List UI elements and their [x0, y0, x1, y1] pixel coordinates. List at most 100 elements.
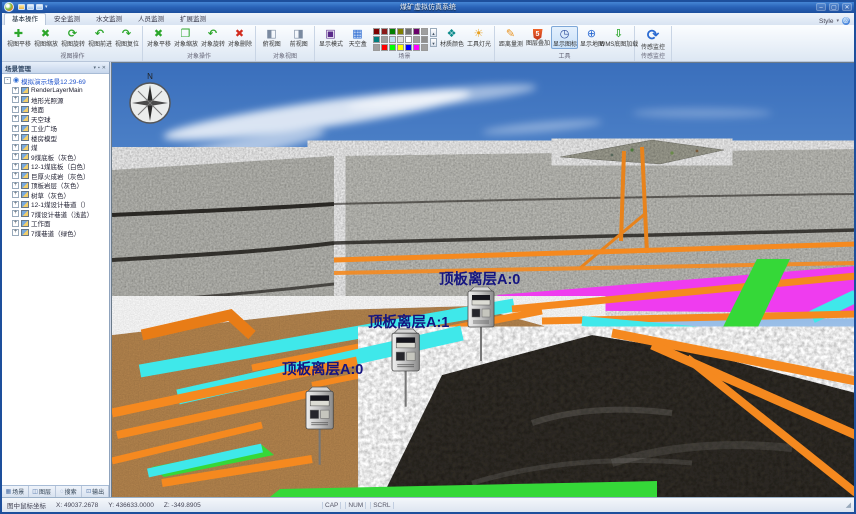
tab-personnel-monitoring[interactable]: 人员监测	[130, 13, 172, 25]
expander-icon[interactable]: +	[12, 172, 19, 179]
top-view-button[interactable]: ◧ 俯视图	[258, 26, 285, 49]
palette-color-swatch[interactable]	[405, 44, 412, 51]
tree-item[interactable]: +7煤设计巷道（浅蓝）	[12, 209, 109, 219]
palette-color-swatch[interactable]	[413, 36, 420, 43]
tree-root[interactable]: - ◉ 模拟演示场景12.29-69	[4, 76, 109, 86]
view-forward-button[interactable]: ↶ 视图前进	[86, 26, 113, 49]
tab-extended-monitoring[interactable]: 扩展监测	[172, 13, 214, 25]
tree-item[interactable]: +树草（灰色）	[12, 190, 109, 200]
expander-icon[interactable]: +	[12, 153, 19, 160]
palette-color-swatch[interactable]	[381, 36, 388, 43]
palette-color-swatch[interactable]	[405, 36, 412, 43]
expander-icon[interactable]: +	[12, 96, 19, 103]
tree-item[interactable]: +地形光照源	[12, 95, 109, 105]
palette-color-swatch[interactable]	[373, 44, 380, 51]
tree-item[interactable]: +RenderLayerMain	[12, 86, 109, 96]
bottom-tab-output[interactable]: ⊡输出	[82, 486, 109, 497]
close-button[interactable]: ✕	[842, 3, 852, 11]
float-icon[interactable]: ▪	[98, 64, 100, 72]
palette-color-swatch[interactable]	[381, 44, 388, 51]
front-view-button[interactable]: ◨ 前视图	[285, 26, 312, 49]
tree-item[interactable]: +巨厚火成岩（灰色）	[12, 171, 109, 181]
color-palette[interactable]	[371, 26, 429, 51]
expander-icon[interactable]: +	[12, 163, 19, 170]
expander-icon[interactable]: +	[12, 182, 19, 189]
view-zoom-button[interactable]: ✖ 视图缩放	[32, 26, 59, 49]
tree-item[interactable]: +9煤底板（灰色）	[12, 152, 109, 162]
tree-item[interactable]: +12-1煤设计巷道（）	[12, 200, 109, 210]
palette-color-swatch[interactable]	[373, 28, 380, 35]
tree-item[interactable]: +煤	[12, 143, 109, 153]
bottom-tab-layers[interactable]: ◫图层	[29, 486, 56, 497]
pin-icon[interactable]: ▾	[94, 64, 97, 72]
layer-overlay-button[interactable]: 5 图层叠加	[524, 26, 551, 48]
panel-close-icon[interactable]: ✕	[102, 64, 106, 72]
tree-item[interactable]: +地面	[12, 105, 109, 115]
display-mode-button[interactable]: ▣ 显示模式	[317, 26, 344, 49]
tab-hydrology-monitoring[interactable]: 水文监测	[88, 13, 130, 25]
palette-up-icon[interactable]: ▲	[430, 28, 437, 37]
tab-label: 输出	[92, 487, 104, 496]
expander-icon[interactable]: +	[12, 125, 19, 132]
tree-item[interactable]: +楼房模型	[12, 133, 109, 143]
palette-color-swatch[interactable]	[373, 36, 380, 43]
tree-item[interactable]: +天空球	[12, 114, 109, 124]
measure-button[interactable]: ✎ 距离量测	[497, 26, 524, 49]
palette-color-swatch[interactable]	[413, 44, 420, 51]
bottom-tab-scene[interactable]: ▦场景	[2, 486, 29, 497]
tree-item[interactable]: +顶板岩层（灰色）	[12, 181, 109, 191]
palette-color-swatch[interactable]	[397, 36, 404, 43]
style-label[interactable]: Style	[819, 18, 833, 25]
tree-item[interactable]: +工业广场	[12, 124, 109, 134]
view-reset-button[interactable]: ↷ 视图复位	[113, 26, 140, 49]
expander-icon[interactable]: +	[12, 191, 19, 198]
bottom-tab-search[interactable]: ◌搜索	[56, 486, 83, 497]
viewport-3d[interactable]: 顶板离层A:0 顶板离层A:1 顶板离层A:0 N	[111, 62, 854, 497]
tree-item[interactable]: +12-1煤底板（白色）	[12, 162, 109, 172]
expander-icon[interactable]: +	[12, 210, 19, 217]
material-color-button[interactable]: ❖ 材质颜色	[438, 26, 465, 49]
expander-icon[interactable]: -	[4, 77, 11, 84]
object-rotate-button[interactable]: ↶ 对象旋转	[199, 26, 226, 49]
scene-canvas[interactable]: 顶板离层A:0 顶板离层A:1 顶板离层A:0 N	[112, 63, 856, 497]
tool-light-button[interactable]: ☀ 工具灯光	[465, 26, 492, 49]
object-zoom-button[interactable]: ❐ 对象缩放	[172, 26, 199, 49]
expander-icon[interactable]: +	[12, 201, 19, 208]
expander-icon[interactable]: +	[12, 144, 19, 151]
tab-basic-operation[interactable]: 基本操作	[4, 13, 46, 25]
expander-icon[interactable]: +	[12, 87, 19, 94]
expander-icon[interactable]: +	[12, 220, 19, 227]
expander-icon[interactable]: +	[12, 106, 19, 113]
help-icon[interactable]: @	[842, 17, 850, 25]
object-pan-button[interactable]: ✖ 对象平移	[145, 26, 172, 49]
tree-item[interactable]: +7煤巷道（绿色）	[12, 228, 109, 238]
palette-color-swatch[interactable]	[389, 36, 396, 43]
object-delete-button[interactable]: ✖ 对象删除	[226, 26, 253, 49]
expander-icon[interactable]: +	[12, 134, 19, 141]
palette-color-swatch[interactable]	[421, 28, 428, 35]
show-icons-button[interactable]: ◷ 显示图标	[551, 26, 578, 49]
view-rotate-button[interactable]: ⟳ 视图旋转	[59, 26, 86, 49]
palette-color-swatch[interactable]	[405, 28, 412, 35]
palette-color-swatch[interactable]	[389, 28, 396, 35]
skybox-button[interactable]: ▦ 天空盒	[344, 26, 371, 49]
tab-safety-monitoring[interactable]: 安全监测	[46, 13, 88, 25]
palette-color-swatch[interactable]	[413, 28, 420, 35]
palette-color-swatch[interactable]	[389, 44, 396, 51]
minimize-button[interactable]: –	[816, 3, 826, 11]
palette-down-icon[interactable]: ▼	[430, 38, 437, 47]
maximize-button[interactable]: ▢	[829, 3, 839, 11]
sensor-monitor-button[interactable]: ⟳ 传感监控	[637, 26, 669, 52]
palette-color-swatch[interactable]	[421, 36, 428, 43]
view-pan-button[interactable]: ✚ 视图平移	[5, 26, 32, 49]
palette-color-swatch[interactable]	[381, 28, 388, 35]
resize-grip[interactable]: ◢	[846, 501, 851, 509]
palette-color-swatch[interactable]	[397, 28, 404, 35]
wms-load-button[interactable]: ⇩ WMS底图加载	[605, 26, 632, 49]
tree-item[interactable]: +工作面	[12, 219, 109, 229]
palette-color-swatch[interactable]	[397, 44, 404, 51]
expander-icon[interactable]: +	[12, 115, 19, 122]
palette-color-swatch[interactable]	[421, 44, 428, 51]
expander-icon[interactable]: +	[12, 229, 19, 236]
style-dropdown-icon[interactable]: ▾	[836, 18, 839, 24]
